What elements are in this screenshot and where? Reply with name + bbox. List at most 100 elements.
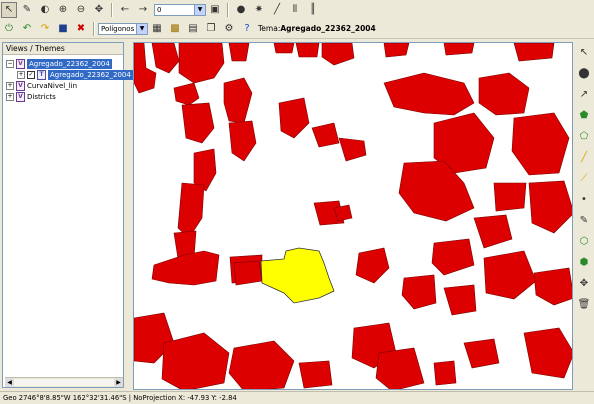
status-xy: X: -47.93 Y: -2.84 — [178, 394, 237, 402]
toolbar-top: ↖ ✎ ◐ ⊕ ⊖ ✥ ← → 0 ▼ ▣ ● ✷ ╱ ⦀ ║ — [0, 0, 594, 20]
chevron-down-icon[interactable]: ▼ — [194, 4, 205, 15]
back-arrow-icon[interactable]: ← — [117, 2, 133, 18]
map-polygon — [233, 260, 263, 286]
map-polygon — [478, 72, 530, 116]
zoom-out-tool-icon[interactable]: ⊖ — [73, 2, 89, 18]
separator — [227, 2, 229, 17]
merge-icon[interactable]: ⬡ — [576, 234, 592, 250]
horizontal-scrollbar[interactable]: ◀ ▶ — [5, 377, 123, 387]
view-icon: V — [16, 81, 25, 91]
map-polygon — [511, 112, 570, 176]
view-icon: V — [16, 92, 25, 102]
gear-icon[interactable]: ⚙ — [221, 21, 237, 37]
chevron-down-icon[interactable]: ▼ — [136, 23, 147, 34]
map-polygon — [298, 360, 333, 389]
line-icon[interactable]: ╱ — [269, 2, 285, 18]
map-polygon — [433, 360, 457, 386]
expand-icon[interactable]: + — [6, 93, 14, 101]
map-polygon — [523, 327, 572, 379]
map-polygon — [134, 43, 157, 94]
toolbar-second: ⏻ ↶ ↷ ■ ✖ Polígonos ▼ ▦ ▩ ▤ ❐ ⚙ ? Tema: … — [0, 19, 594, 39]
map-polygon — [311, 122, 340, 148]
edit-tool-icon[interactable]: ✎ — [19, 2, 35, 18]
layer-table-icon[interactable]: ▦ — [149, 21, 165, 37]
map-polygon — [177, 182, 205, 239]
save-icon[interactable]: ■ — [55, 21, 71, 37]
symbol-combo[interactable]: Polígonos ▼ — [98, 22, 148, 35]
map-polygon — [375, 347, 425, 389]
info-tool-icon[interactable]: ◐ — [37, 2, 53, 18]
pan-tool-icon[interactable]: ✥ — [91, 2, 107, 18]
tree-item-view[interactable]: + V CurvaNivel_lin — [6, 81, 77, 91]
zoom-in-tool-icon[interactable]: ⊕ — [55, 2, 71, 18]
map-polygon — [401, 274, 437, 310]
node-move-icon[interactable]: ⬤ — [576, 66, 592, 82]
redo-icon[interactable]: ↷ — [37, 21, 53, 37]
scale-combo-value: 0 — [157, 5, 162, 14]
map-canvas[interactable] — [133, 42, 573, 390]
help-icon[interactable]: ? — [239, 21, 255, 37]
views-themes-panel: Views / Themes − V Agregado_22362_2004 +… — [2, 42, 133, 388]
polygon-edit-icon[interactable]: ⬟ — [576, 108, 592, 124]
undo-icon[interactable]: ↶ — [19, 21, 35, 37]
status-coords: Geo 2746°8'8.85"W 162°32'31.46"S — [3, 394, 127, 402]
copy-icon[interactable]: ❐ — [203, 21, 219, 37]
pointer-tool-icon[interactable]: ↖ — [1, 1, 17, 18]
theme-icon: T — [37, 70, 46, 80]
trash-icon[interactable]: 🗑 — [576, 297, 592, 313]
status-projection: NoProjection — [133, 394, 177, 402]
scale-combo[interactable]: 0 ▼ — [154, 3, 206, 16]
forward-arrow-icon[interactable]: → — [135, 2, 151, 18]
tree-item-view[interactable]: − V Agregado_22362_2004 — [6, 59, 112, 69]
expand-icon[interactable]: + — [17, 71, 25, 79]
map-polygon — [228, 340, 295, 389]
power-icon[interactable]: ⏻ — [1, 21, 17, 37]
point-icon[interactable]: ● — [233, 2, 249, 18]
split-icon[interactable]: ⬢ — [576, 255, 592, 271]
polygon-cut-icon[interactable]: ⬠ — [576, 129, 592, 145]
map-polygon — [228, 43, 250, 62]
brush-icon[interactable]: ✎ — [576, 213, 592, 229]
node-add-icon[interactable]: ↗ — [576, 87, 592, 103]
point-create-icon[interactable]: • — [576, 192, 592, 208]
collapse-icon[interactable]: − — [6, 60, 14, 68]
layer-edit-icon[interactable]: ▤ — [185, 21, 201, 37]
map-polygon — [463, 338, 500, 369]
line-edit-icon[interactable]: ⟋ — [576, 171, 592, 187]
select-arrow-icon[interactable]: ↖ — [576, 45, 592, 61]
map-polygon — [493, 182, 527, 212]
display-icon[interactable]: ▣ — [207, 2, 223, 18]
line-create-icon[interactable]: ╱ — [576, 150, 592, 166]
tree-item-theme[interactable]: + ✓ T Agregado_22362_2004 — [17, 70, 133, 80]
map-polygon — [321, 43, 355, 66]
expand-icon[interactable]: + — [6, 82, 14, 90]
map-polygon — [383, 72, 475, 116]
map-polygon — [483, 250, 537, 300]
map-polygon — [273, 43, 295, 54]
scroll-left-icon[interactable]: ◀ — [5, 378, 14, 387]
theme-visible-checkbox[interactable]: ✓ — [27, 71, 35, 79]
tree-item-label: Agregado_22362_2004 — [27, 59, 112, 69]
scroll-right-icon[interactable]: ▶ — [114, 378, 123, 387]
map-polygon — [151, 43, 180, 74]
map-polygon — [278, 97, 310, 139]
selected-polygon — [260, 247, 335, 304]
tree-item-view[interactable]: + V Districts — [6, 92, 56, 102]
map-polygon — [161, 332, 230, 389]
tree-item-label: Districts — [27, 93, 56, 101]
delete-icon[interactable]: ✖ — [73, 21, 89, 37]
layer-add-icon[interactable]: ▩ — [167, 21, 183, 37]
move-icon[interactable]: ✥ — [576, 276, 592, 292]
map-polygon — [178, 43, 225, 84]
scroll-track[interactable] — [14, 379, 114, 386]
side-toolbar: ↖ ⬤ ↗ ⬟ ⬠ ╱ ⟋ • ✎ ⬡ ⬢ ✥ 🗑 — [576, 42, 592, 318]
map-polygon — [295, 43, 320, 58]
columns-icon[interactable]: ⦀ — [287, 2, 303, 18]
views-panel-title: Views / Themes — [3, 43, 123, 55]
theme-name: Agregado_22362_2004 — [280, 24, 376, 33]
star-icon[interactable]: ✷ — [251, 2, 267, 18]
map-polygon — [528, 180, 572, 234]
map-svg[interactable] — [134, 43, 573, 390]
map-polygon — [473, 214, 513, 249]
bars-icon[interactable]: ║ — [305, 2, 321, 18]
